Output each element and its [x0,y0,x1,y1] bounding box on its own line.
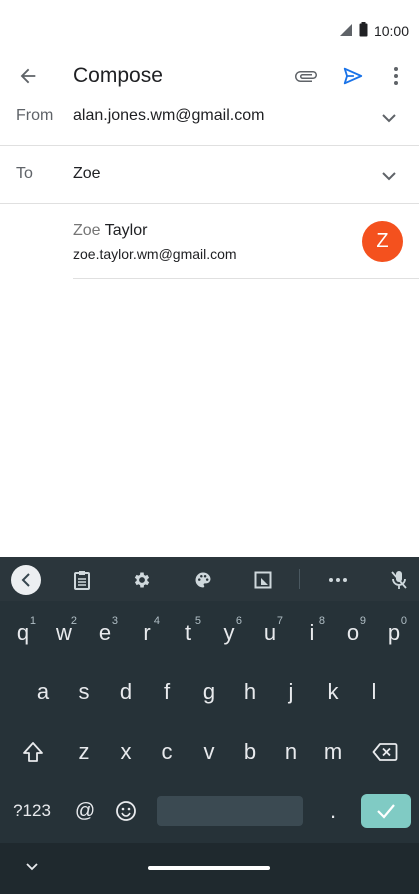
status-bar: 10:00 [0,0,419,52]
key-f[interactable]: f [148,672,186,712]
to-input[interactable]: Zoe [73,165,101,183]
key-d[interactable]: d [107,672,145,712]
shift-key[interactable] [13,732,53,772]
emoji-icon [116,801,136,821]
symbols-key[interactable]: ?123 [6,791,58,831]
theme-button[interactable] [188,565,218,595]
period-key[interactable]: . [314,791,352,831]
suggestion-name: Zoe Taylor [73,222,148,239]
home-indicator[interactable] [148,866,270,870]
chevron-left-icon [21,573,30,587]
key-e[interactable]: e3 [86,613,124,653]
check-icon [377,804,395,819]
key-a[interactable]: a [24,672,62,712]
from-value[interactable]: alan.jones.wm@gmail.com [73,107,264,125]
from-label: From [16,107,54,124]
navigation-bar [0,843,419,894]
key-b[interactable]: b [231,732,269,772]
status-time: 10:00 [373,23,409,39]
key-s[interactable]: s [65,672,103,712]
to-label: To [16,165,33,182]
key-z[interactable]: z [65,732,103,772]
clipboard-button[interactable] [67,565,97,595]
battery-icon [359,22,368,40]
key-m[interactable]: m [314,732,352,772]
backspace-icon [372,743,398,761]
key-t[interactable]: t5 [169,613,207,653]
key-w[interactable]: w2 [45,613,83,653]
shift-icon [23,742,43,762]
key-r[interactable]: r4 [128,613,166,653]
key-u[interactable]: u7 [251,613,289,653]
key-i[interactable]: i8 [293,613,331,653]
key-n[interactable]: n [272,732,310,772]
palette-icon [195,572,211,588]
backspace-key[interactable] [362,732,408,772]
clipboard-icon [74,571,90,590]
key-h[interactable]: h [231,672,269,712]
key-v[interactable]: v [190,732,228,772]
key-g[interactable]: g [190,672,228,712]
key-y[interactable]: y6 [210,613,248,653]
key-x[interactable]: x [107,732,145,772]
divider [73,278,419,279]
send-icon [343,67,363,85]
key-l[interactable]: l [355,672,393,712]
settings-button[interactable] [127,565,157,595]
gear-icon [134,572,150,588]
toolbar-divider [299,569,300,589]
key-p[interactable]: p0 [375,613,413,653]
signal-icon [339,23,353,40]
key-c[interactable]: c [148,732,186,772]
mic-off-button[interactable] [384,565,414,595]
key-j[interactable]: j [272,672,310,712]
emoji-key[interactable] [107,791,145,831]
page-title: Compose [73,64,163,87]
space-key[interactable] [157,796,303,826]
suggestion-email: zoe.taylor.wm@gmail.com [73,246,237,262]
chevron-down-icon[interactable] [377,106,401,130]
more-vert-icon [394,67,398,85]
enter-key[interactable] [361,794,411,828]
key-k[interactable]: k [314,672,352,712]
keyboard: q1 w2 e3 r4 t5 y6 u7 i8 o9 p0 a s d f g … [0,557,419,894]
chevron-down-icon[interactable] [377,164,401,188]
hide-keyboard-button[interactable] [20,855,44,879]
resize-button[interactable] [248,565,278,595]
keyboard-toolbar [0,557,419,601]
collapse-toolbar-button[interactable] [11,565,41,595]
more-tools-button[interactable] [323,565,353,595]
at-key[interactable]: @ [66,791,104,831]
chevron-down-icon [26,863,38,871]
paperclip-icon [295,71,317,82]
resize-icon [254,571,272,589]
key-q[interactable]: q1 [4,613,42,653]
from-row[interactable]: From alan.jones.wm@gmail.com [0,88,419,146]
more-horiz-icon [329,578,347,582]
avatar: Z [362,221,403,262]
to-row[interactable]: To Zoe [0,146,419,204]
arrow-back-icon [20,68,36,84]
contact-suggestion[interactable]: Zoe Taylor zoe.taylor.wm@gmail.com Z [73,204,419,278]
key-o[interactable]: o9 [334,613,372,653]
mic-off-icon [391,571,407,589]
